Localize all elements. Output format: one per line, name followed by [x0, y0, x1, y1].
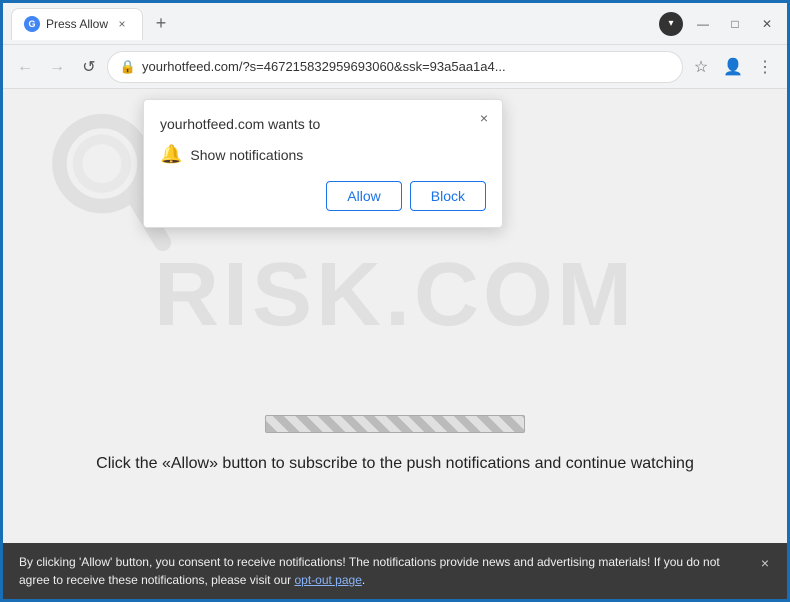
forward-button[interactable]: →	[43, 53, 71, 81]
tab-close-button[interactable]: ×	[114, 16, 130, 32]
consent-close-button[interactable]: ×	[755, 553, 775, 573]
page-content: RISK.COM × yourhotfeed.com wants to 🔔 Sh…	[3, 89, 787, 543]
url-bar[interactable]: 🔒 yourhotfeed.com/?s=467215832959693060&…	[107, 51, 683, 83]
consent-bar: By clicking 'Allow' button, you consent …	[3, 543, 787, 599]
block-button[interactable]: Block	[410, 181, 486, 211]
lock-icon: 🔒	[120, 59, 136, 75]
new-tab-button[interactable]: +	[147, 10, 175, 38]
consent-text: By clicking 'Allow' button, you consent …	[19, 555, 720, 587]
tab-dropdown-button[interactable]: ▾	[659, 12, 683, 36]
window-controls: — □ ✕	[691, 12, 779, 36]
title-bar: G Press Allow × + ▾ — □ ✕	[3, 3, 787, 45]
popup-notification-row: 🔔 Show notifications	[160, 144, 486, 165]
progress-bar	[265, 415, 525, 433]
bookmark-button[interactable]: ☆	[687, 53, 715, 81]
close-window-button[interactable]: ✕	[755, 12, 779, 36]
popup-buttons: Allow Block	[160, 181, 486, 211]
back-button[interactable]: ←	[11, 53, 39, 81]
url-text: yourhotfeed.com/?s=467215832959693060&ss…	[142, 59, 670, 74]
bell-icon: 🔔	[160, 144, 182, 165]
opt-out-link[interactable]: opt-out page	[294, 573, 361, 587]
popup-close-button[interactable]: ×	[474, 108, 494, 128]
popup-title: yourhotfeed.com wants to	[160, 116, 486, 132]
address-bar: ← → ↺ 🔒 yourhotfeed.com/?s=4672158329596…	[3, 45, 787, 89]
allow-button[interactable]: Allow	[326, 181, 401, 211]
browser-tab[interactable]: G Press Allow ×	[11, 8, 143, 40]
minimize-button[interactable]: —	[691, 12, 715, 36]
notification-label: Show notifications	[190, 147, 303, 163]
watermark-text: RISK.COM	[154, 244, 636, 347]
click-allow-text: Click the «Allow» button to subscribe to…	[3, 455, 787, 473]
address-actions: ☆ 👤 ⋮	[687, 53, 779, 81]
tab-title: Press Allow	[46, 17, 108, 31]
menu-button[interactable]: ⋮	[751, 53, 779, 81]
browser-window: G Press Allow × + ▾ — □ ✕ ← → ↺ 🔒	[0, 0, 790, 602]
progress-bar-wrap	[265, 415, 525, 433]
tab-area: G Press Allow × +	[11, 8, 659, 40]
notification-popup: × yourhotfeed.com wants to 🔔 Show notifi…	[143, 99, 503, 228]
maximize-button[interactable]: □	[723, 12, 747, 36]
tab-favicon: G	[24, 16, 40, 32]
profile-button[interactable]: 👤	[719, 53, 747, 81]
reload-button[interactable]: ↺	[75, 53, 103, 81]
